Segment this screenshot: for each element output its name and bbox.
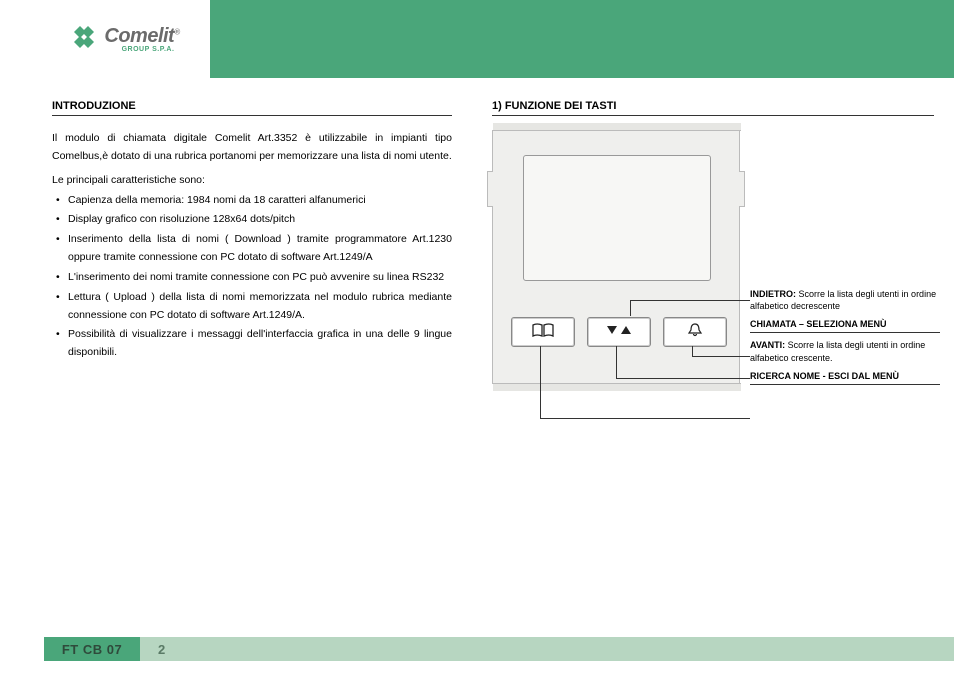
leader-line [630,300,750,301]
panel-trim [493,123,741,131]
column-intro: INTRODUZIONE Il modulo di chiamata digit… [52,100,452,430]
leader-line [616,346,617,378]
keypad-diagram: INDIETRO: Scorre la lista degli utenti i… [492,130,932,430]
footer-code: FT CB 07 [44,637,140,661]
column-functions: 1) FUNZIONE DEI TASTI [492,100,934,430]
button-arrows [587,317,651,347]
heading-intro: INTRODUZIONE [52,100,452,116]
callout-chiamata: CHIAMATA – SELEZIONA MENÙ [750,318,940,333]
heading-functions: 1) FUNZIONE DEI TASTI [492,100,934,116]
intro-paragraph: Il modulo di chiamata digitale Comelit A… [52,130,452,166]
panel-notch [487,171,493,207]
button-bell [663,317,727,347]
callout-ricerca: RICERCA NOME - ESCI DAL MENÙ [750,370,940,385]
callout-label: AVANTI: [750,340,785,350]
list-item: Possibilità di visualizzare i messaggi d… [52,326,452,362]
button-row [511,317,727,347]
button-book [511,317,575,347]
leader-line [692,346,693,356]
logo-mark-icon [74,26,100,48]
content-area: INTRODUZIONE Il modulo di chiamata digit… [52,100,934,430]
leader-line [616,378,750,379]
bell-icon [687,323,703,342]
callout-indietro: INDIETRO: Scorre la lista degli utenti i… [750,288,940,312]
footer-bar: FT CB 07 2 [44,637,954,661]
panel-trim [493,383,741,391]
book-icon [532,323,554,342]
leader-line [630,300,631,316]
callout-avanti: AVANTI: Scorre la lista degli utenti in … [750,339,940,363]
leader-line [540,346,541,418]
list-item: Display grafico con risoluzione 128x64 d… [52,211,452,229]
brand-name: Comelit® [104,25,179,48]
list-item: Inserimento della lista di nomi ( Downlo… [52,231,452,267]
list-item: Lettura ( Upload ) della lista di nomi m… [52,289,452,325]
page-root: Comelit® GROUP S.P.A. INTRODUZIONE Il mo… [0,0,954,677]
feature-list: Capienza della memoria: 1984 nomi da 18 … [52,192,452,363]
list-item: L'inserimento dei nomi tramite connessio… [52,269,452,287]
panel-notch [739,171,745,207]
down-up-arrows-icon [604,323,634,342]
intro-subheading: Le principali caratteristiche sono: [52,172,452,190]
callout-list: INDIETRO: Scorre la lista degli utenti i… [750,130,940,391]
footer-page-number: 2 [158,642,165,657]
callout-label: INDIETRO: [750,289,796,299]
brand-logo: Comelit® GROUP S.P.A. [44,0,210,78]
leader-line [540,418,750,419]
device-display [523,155,711,281]
list-item: Capienza della memoria: 1984 nomi da 18 … [52,192,452,210]
leader-line [692,356,750,357]
